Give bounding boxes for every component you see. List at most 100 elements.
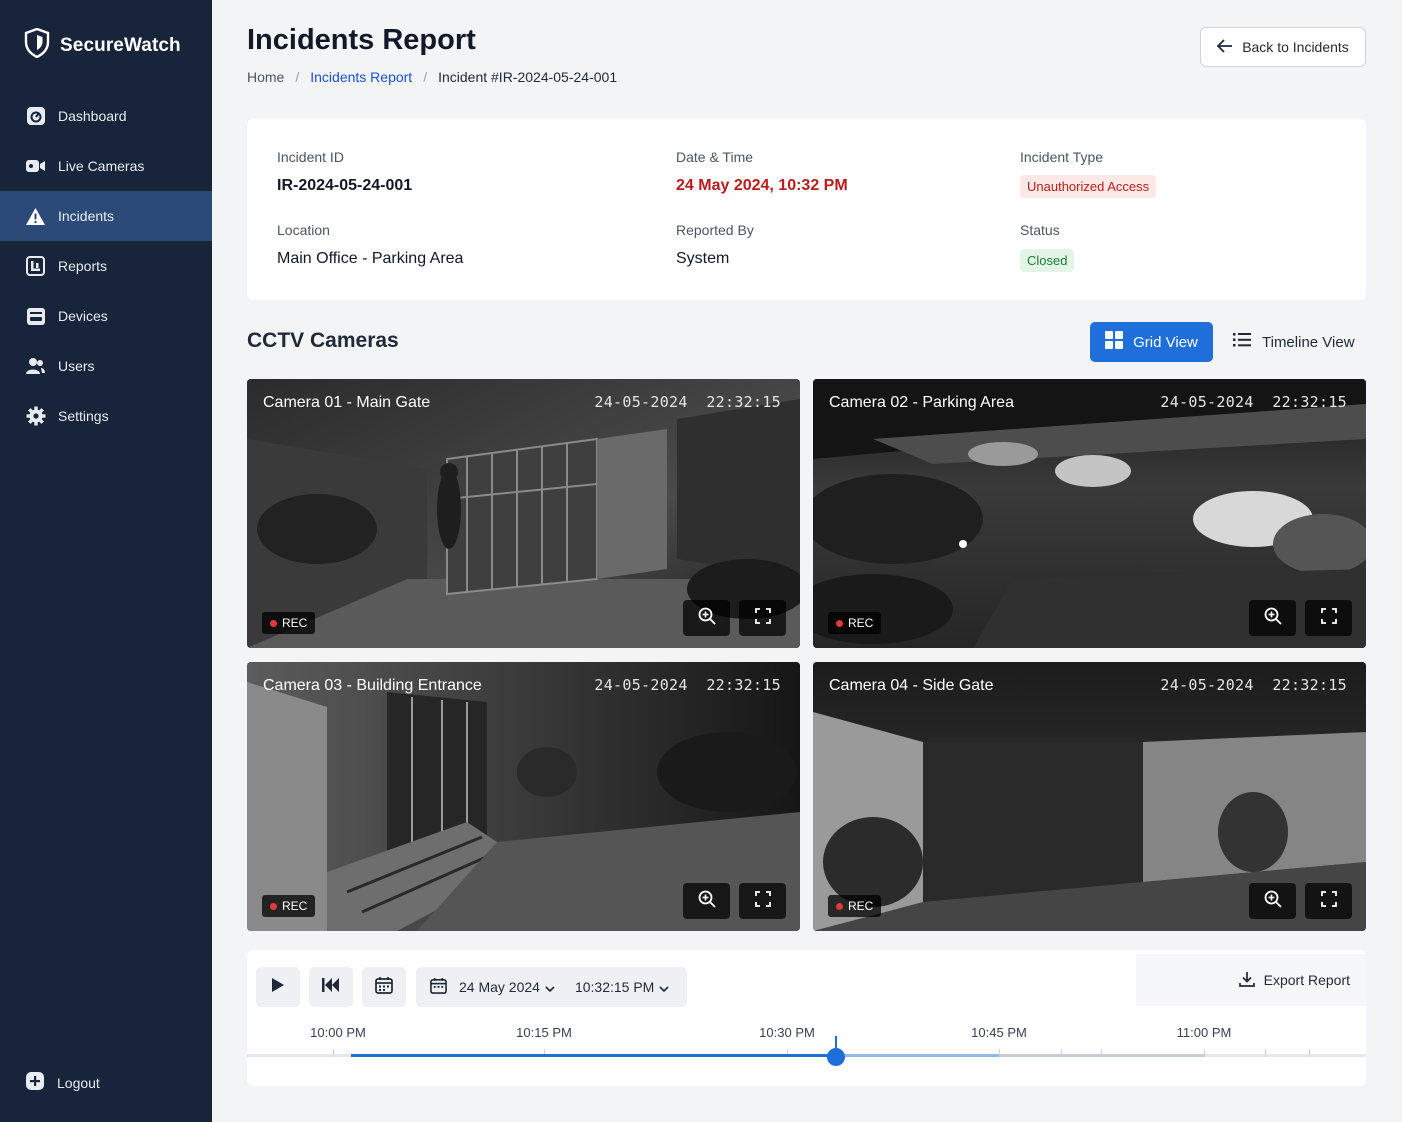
playhead-handle[interactable] (827, 1048, 845, 1066)
timeline-label: 10:45 PM (971, 1025, 1027, 1040)
chevron-down-icon (545, 979, 555, 995)
zoom-in-icon (698, 607, 716, 630)
back-to-incidents-button[interactable]: Back to Incidents (1200, 27, 1366, 67)
camera-timestamp: 24-05-2024 22:32:15 (594, 393, 781, 411)
timeline-view-label: Timeline View (1262, 333, 1355, 351)
list-icon (1233, 333, 1251, 351)
datetime-label: Date & Time (676, 149, 754, 165)
play-button[interactable] (256, 967, 300, 1007)
camera-timestamp: 24-05-2024 22:32:15 (1160, 676, 1347, 694)
rec-label: REC (282, 616, 308, 630)
sidebar-item-devices[interactable]: Devices (0, 291, 212, 341)
date-value: 24 May 2024 (459, 979, 540, 995)
sidebar-item-users[interactable]: Users (0, 341, 212, 391)
calendar-button[interactable] (362, 967, 406, 1007)
rec-badge: REC (828, 612, 882, 634)
brand[interactable]: SecureWatch (24, 27, 181, 63)
zoom-button[interactable] (683, 883, 730, 919)
timeline-buffered (836, 1054, 999, 1057)
rec-dot-icon (836, 619, 843, 627)
sidebar-item-label: Dashboard (58, 108, 127, 124)
rec-badge: REC (262, 612, 316, 634)
shield-icon (24, 27, 50, 63)
breadcrumb-current: Incident #IR-2024-05-24-001 (438, 69, 618, 85)
sidebar-item-label: Settings (58, 408, 109, 424)
timeline-tick (1309, 1049, 1310, 1057)
logout-button[interactable]: Logout (25, 1071, 100, 1094)
sidebar-item-incidents[interactable]: Incidents (0, 191, 212, 241)
incident-info-card: Incident ID IR-2024-05-24-001 Date & Tim… (247, 119, 1366, 300)
sidebar-item-label: Live Cameras (58, 158, 145, 174)
sidebar-item-label: Incidents (58, 208, 115, 224)
timeline-label: 11:00 PM (1176, 1025, 1232, 1040)
rec-label: REC (282, 899, 308, 913)
timeline-view-button[interactable]: Timeline View (1233, 322, 1355, 362)
fullscreen-button[interactable] (1305, 883, 1352, 919)
status-badge: Closed (1020, 249, 1075, 272)
location-label: Location (277, 222, 330, 238)
camera-name: Camera 02 - Parking Area (829, 394, 1014, 411)
zoom-button[interactable] (1249, 600, 1296, 636)
skip-back-button[interactable] (309, 967, 353, 1007)
zoom-button[interactable] (1249, 883, 1296, 919)
timeline-tick (333, 1049, 334, 1057)
timeline-recorded (999, 1054, 1204, 1057)
fullscreen-icon (754, 607, 771, 629)
incident-id-label: Incident ID (277, 149, 344, 165)
camera-name: Camera 03 - Building Entrance (263, 677, 482, 694)
rec-dot-icon (836, 902, 843, 910)
camera-tile[interactable]: Camera 03 - Building Entrance 24-05-2024… (247, 662, 800, 931)
fullscreen-icon (1320, 890, 1337, 912)
sidebar-item-reports[interactable]: Reports (0, 241, 212, 291)
camera-tile[interactable]: Camera 02 - Parking Area 24-05-2024 22:3… (813, 379, 1366, 648)
users-icon (25, 356, 46, 377)
gear-icon (25, 406, 46, 427)
brand-name: SecureWatch (60, 34, 181, 56)
sidebar-item-label: Users (58, 358, 95, 374)
breadcrumb-home[interactable]: Home (247, 69, 284, 85)
timeline-progress (351, 1054, 836, 1057)
grid-view-button[interactable]: Grid View (1090, 322, 1213, 362)
sidebar-item-settings[interactable]: Settings (0, 391, 212, 441)
video-camera-icon (25, 156, 46, 177)
logout-icon (25, 1071, 45, 1094)
timeline-tick (1265, 1049, 1266, 1057)
breadcrumb-separator: / (423, 69, 428, 85)
timeline-label: 10:00 PM (310, 1025, 366, 1040)
calendar-icon (430, 977, 447, 997)
rec-badge: REC (262, 895, 316, 917)
timeline-label: 10:15 PM (516, 1025, 572, 1040)
zoom-in-icon (698, 890, 716, 913)
camera-timestamp: 24-05-2024 22:32:15 (1160, 393, 1347, 411)
time-dropdown[interactable]: 10:32:15 PM (575, 979, 669, 995)
zoom-button[interactable] (683, 600, 730, 636)
breadcrumb-separator: / (295, 69, 300, 85)
timeline-label: 10:30 PM (759, 1025, 815, 1040)
incident-type-badge: Unauthorized Access (1020, 175, 1157, 198)
incident-type-label: Incident Type (1020, 149, 1104, 165)
play-icon (271, 977, 285, 998)
cctv-section-title: CCTV Cameras (247, 329, 399, 352)
date-dropdown[interactable]: 24 May 2024 (459, 979, 555, 995)
fullscreen-button[interactable] (739, 600, 786, 636)
datetime-value: 24 May 2024, 10:32 PM (676, 177, 848, 194)
camera-name: Camera 01 - Main Gate (263, 394, 431, 411)
grid-view-label: Grid View (1133, 333, 1198, 351)
rec-label: REC (848, 616, 874, 630)
export-report-button[interactable]: Export Report (1136, 954, 1366, 1006)
fullscreen-button[interactable] (739, 883, 786, 919)
fullscreen-button[interactable] (1305, 600, 1352, 636)
rec-label: REC (848, 899, 874, 913)
chevron-down-icon (659, 979, 669, 995)
sidebar-item-dashboard[interactable]: Dashboard (0, 91, 212, 141)
sidebar-item-label: Devices (58, 308, 108, 324)
camera-timestamp: 24-05-2024 22:32:15 (594, 676, 781, 694)
camera-name: Camera 04 - Side Gate (829, 677, 994, 694)
breadcrumb-incidents-report[interactable]: Incidents Report (310, 69, 412, 85)
sidebar-item-live-cameras[interactable]: Live Cameras (0, 141, 212, 191)
sidebar-item-label: Reports (58, 258, 108, 274)
time-value: 10:32:15 PM (574, 979, 655, 995)
camera-tile[interactable]: Camera 01 - Main Gate 24-05-2024 22:32:1… (247, 379, 800, 648)
camera-tile[interactable]: Camera 04 - Side Gate 24-05-2024 22:32:1… (813, 662, 1366, 931)
rec-badge: REC (828, 895, 882, 917)
